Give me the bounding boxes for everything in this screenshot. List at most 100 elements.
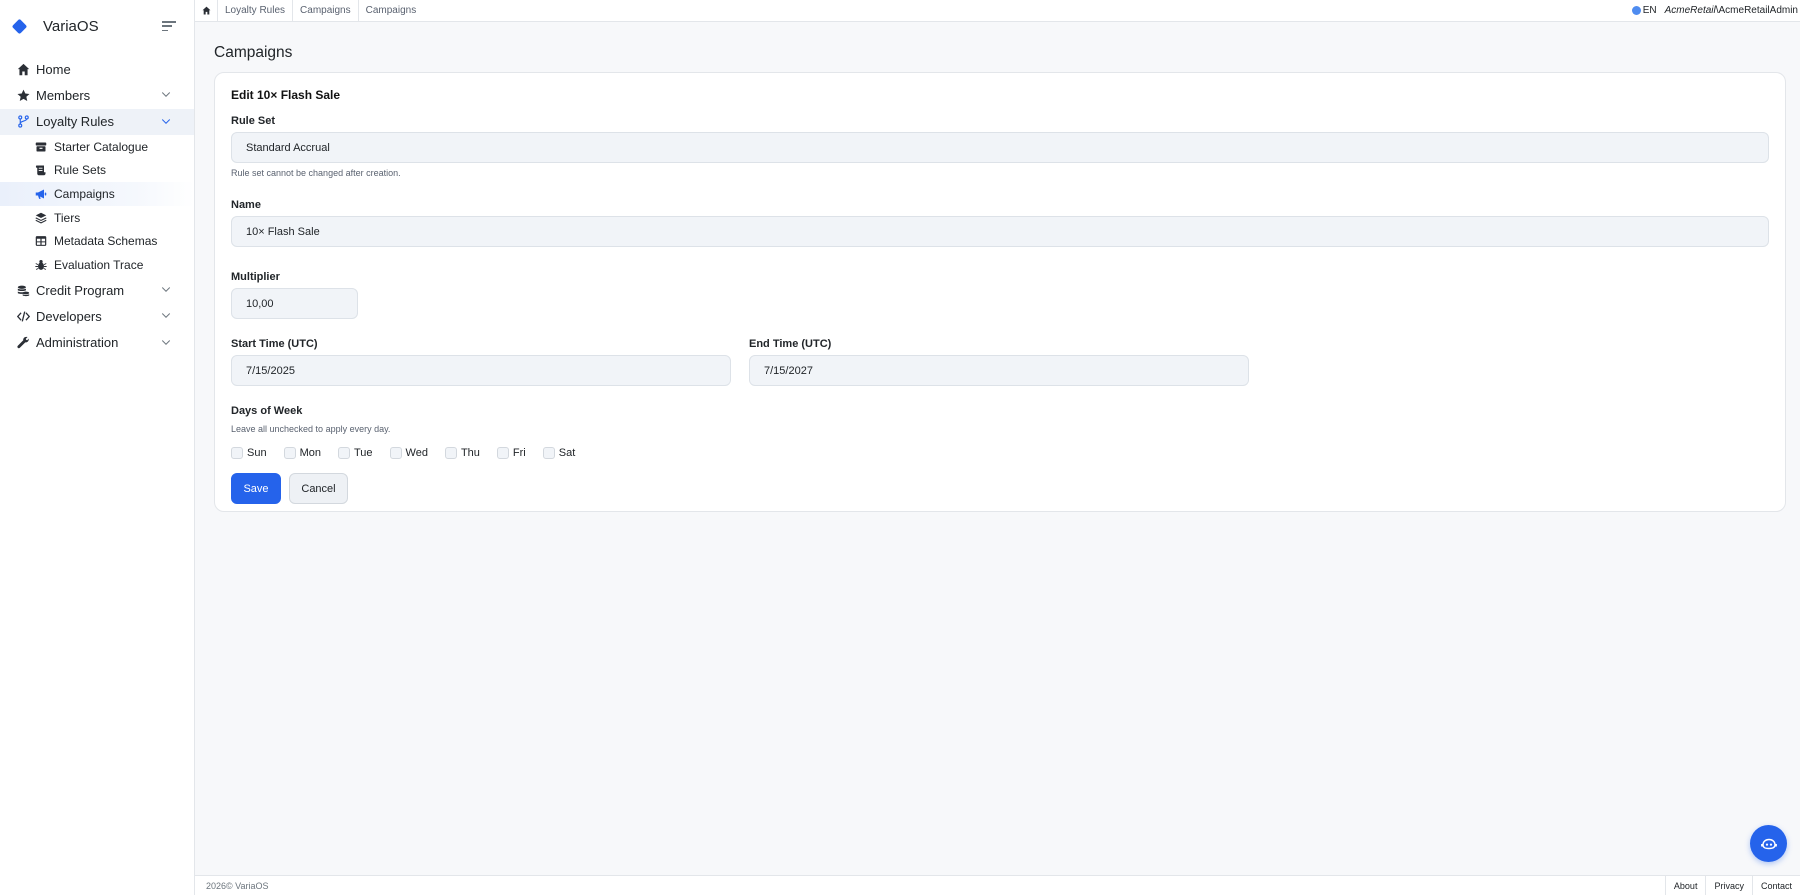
days-of-week-label: Days of Week [231, 405, 303, 417]
sidebar-item-label: Campaigns [54, 186, 115, 201]
sidebar-item-label: Developers [36, 308, 102, 324]
home-icon [16, 62, 30, 76]
sidebar-item-administration[interactable]: Administration [0, 330, 194, 356]
rule-set-label: Rule Set [231, 115, 276, 127]
branch-icon [16, 115, 30, 129]
sidebar-collapse-icon[interactable] [162, 21, 176, 31]
chevron-down-icon [160, 115, 174, 129]
rule-set-hint: Rule set cannot be changed after creatio… [231, 168, 401, 178]
end-time-value: 7/15/2027 [764, 364, 813, 377]
archive-icon [34, 140, 48, 154]
language-code: EN [1642, 5, 1657, 16]
layers-icon [34, 211, 48, 225]
sidebar-item-starter-catalogue[interactable]: Starter Catalogue [0, 135, 194, 158]
start-time-group: Start Time (UTC) 7/15/2025 [231, 319, 731, 386]
name-value: 10× Flash Sale [246, 225, 320, 238]
day-label: Tue [353, 447, 373, 459]
sidebar-item-campaigns[interactable]: Campaigns [0, 182, 194, 206]
day-label: Wed [405, 447, 428, 459]
start-time-input[interactable]: 7/15/2025 [231, 355, 731, 386]
days-of-week-checkboxes: Sun Mon Tue Wed Thu Fri Sat [231, 447, 1769, 459]
name-input[interactable]: 10× Flash Sale [231, 216, 1769, 247]
start-time-value: 7/15/2025 [246, 364, 295, 377]
multiplier-label: Multiplier [231, 271, 280, 283]
multiplier-input[interactable]: 10,00 [231, 288, 358, 319]
day-label: Mon [299, 447, 321, 459]
sidebar-nav: Home Members Loyalty Rules Starter Catal… [0, 56, 194, 356]
footer-link-privacy[interactable]: Privacy [1705, 875, 1752, 895]
footer-copyright: 2026© VariaOS [206, 880, 269, 891]
sidebar-item-label: Members [36, 87, 91, 103]
page-title: Campaigns [214, 44, 293, 61]
sidebar-item-label: Credit Program [36, 282, 125, 298]
form-title: Edit 10× Flash Sale [231, 88, 341, 102]
sidebar-item-rule-sets[interactable]: Rule Sets [0, 159, 194, 182]
megaphone-icon [34, 187, 48, 201]
topbar: Loyalty Rules Campaigns Campaigns EN Acm… [195, 0, 1800, 22]
form-actions: Save Cancel [231, 473, 1769, 504]
time-range-row: Start Time (UTC) 7/15/2025 End Time (UTC… [231, 319, 1769, 386]
sidebar-item-home[interactable]: Home [0, 56, 194, 82]
breadcrumb-item[interactable]: Campaigns [293, 0, 359, 22]
scroll-icon [34, 163, 48, 177]
end-time-group: End Time (UTC) 7/15/2027 [749, 319, 1249, 386]
end-time-input[interactable]: 7/15/2027 [749, 355, 1249, 386]
sidebar-item-metadata-schemas[interactable]: Metadata Schemas [0, 230, 194, 253]
start-time-label: Start Time (UTC) [231, 338, 318, 350]
day-checkbox-tue[interactable]: Tue [337, 447, 373, 459]
checkbox[interactable] [496, 447, 509, 459]
day-checkbox-sat[interactable]: Sat [542, 447, 575, 459]
checkbox[interactable] [542, 447, 555, 459]
checkbox[interactable] [283, 447, 296, 459]
footer-link-contact[interactable]: Contact [1751, 875, 1800, 895]
sidebar-item-members[interactable]: Members [0, 82, 194, 108]
coins-icon [16, 283, 30, 297]
chevron-down-icon [160, 309, 174, 323]
day-checkbox-fri[interactable]: Fri [496, 447, 526, 459]
sidebar-item-label: Metadata Schemas [54, 234, 158, 249]
rule-set-field: Standard Accrual [231, 132, 1769, 163]
chevron-down-icon [160, 336, 174, 350]
main-content: Campaigns Edit 10× Flash Sale Rule Set S… [214, 22, 1786, 512]
sidebar-item-credit-program[interactable]: Credit Program [0, 277, 194, 303]
sidebar-item-tiers[interactable]: Tiers [0, 206, 194, 229]
footer-link-about[interactable]: About [1664, 875, 1706, 895]
days-of-week-hint: Leave all unchecked to apply every day. [231, 424, 391, 434]
wrench-icon [16, 336, 30, 350]
sidebar-item-label: Tiers [54, 210, 81, 225]
sidebar-item-label: Starter Catalogue [54, 139, 149, 154]
breadcrumb-item[interactable]: Campaigns [359, 0, 424, 22]
checkbox[interactable] [231, 447, 243, 459]
cancel-button[interactable]: Cancel [289, 473, 348, 504]
brand: VariaOS [0, 0, 194, 52]
sidebar-item-label: Administration [36, 335, 119, 351]
day-checkbox-thu[interactable]: Thu [444, 447, 480, 459]
chat-assistant-button[interactable] [1750, 825, 1787, 862]
end-time-label: End Time (UTC) [749, 338, 832, 350]
language-switcher[interactable]: EN [1631, 5, 1657, 16]
breadcrumb-item[interactable]: Loyalty Rules [218, 0, 294, 22]
sidebar-submenu-loyalty-rules: Starter Catalogue Rule Sets Campaigns Ti… [0, 135, 194, 277]
save-button[interactable]: Save [231, 473, 281, 504]
user-menu[interactable]: AcmeRetail\AcmeRetailAdmin [1665, 5, 1798, 16]
code-icon [16, 309, 30, 323]
sidebar-item-loyalty-rules[interactable]: Loyalty Rules [0, 108, 194, 135]
sidebar-item-label: Evaluation Trace [54, 258, 144, 273]
sidebar-item-label: Loyalty Rules [36, 114, 115, 130]
brand-name: VariaOS [43, 17, 99, 35]
topbar-right: EN AcmeRetail\AcmeRetailAdmin [1631, 0, 1800, 22]
sidebar-item-evaluation-trace[interactable]: Evaluation Trace [0, 253, 194, 276]
checkbox[interactable] [337, 447, 350, 459]
footer: 2026© VariaOS About Privacy Contact [195, 875, 1800, 895]
day-checkbox-wed[interactable]: Wed [389, 447, 428, 459]
multiplier-value: 10,00 [246, 297, 274, 310]
day-checkbox-mon[interactable]: Mon [283, 447, 321, 459]
checkbox[interactable] [389, 447, 402, 459]
rule-set-value: Standard Accrual [246, 141, 330, 154]
checkbox[interactable] [444, 447, 457, 459]
breadcrumb-home[interactable] [195, 0, 218, 22]
bug-icon [34, 258, 48, 272]
footer-links: About Privacy Contact [1664, 875, 1800, 895]
day-checkbox-sun[interactable]: Sun [231, 447, 267, 459]
sidebar-item-developers[interactable]: Developers [0, 303, 194, 329]
